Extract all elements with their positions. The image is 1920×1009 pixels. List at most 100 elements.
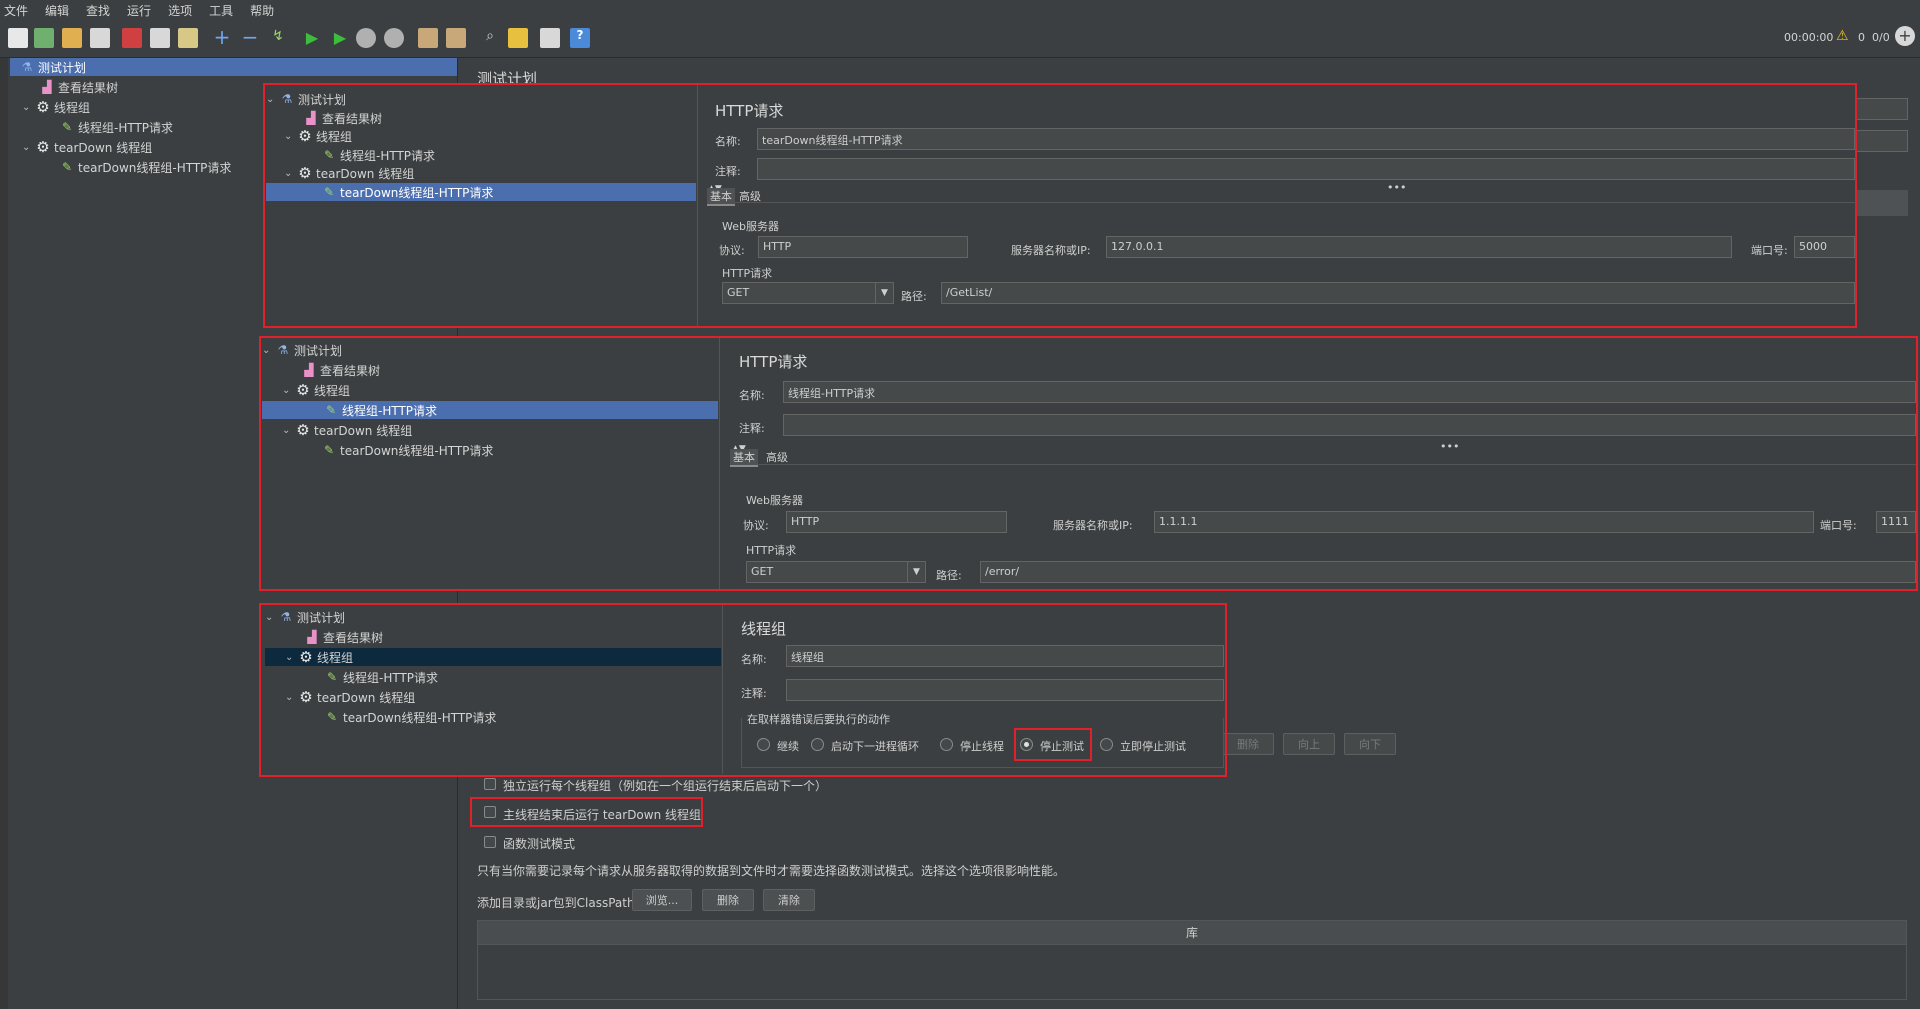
comment-field[interactable] [786, 679, 1224, 701]
toggle-icon[interactable]: ↯ [268, 28, 288, 48]
tree-item-thread-group-http[interactable]: ✎ 线程组-HTTP请求 [325, 668, 438, 686]
classpath-clear-button[interactable]: 清除 [763, 889, 815, 911]
tab-basic[interactable]: 基本 [730, 449, 758, 467]
server-field[interactable]: 127.0.0.1 [1106, 236, 1732, 258]
expand-icon[interactable]: + [212, 27, 232, 48]
chevron-down-icon[interactable]: ⌄ [285, 652, 295, 663]
comment-field[interactable] [757, 158, 1855, 180]
stop-icon[interactable] [356, 28, 376, 48]
tree-item-teardown-group[interactable]: ⌄ ⚙ tearDown 线程组 [285, 688, 415, 706]
tree-item-view-results[interactable]: ▟ 查看结果树 [40, 78, 118, 96]
port-field[interactable]: 1111 [1876, 511, 1916, 533]
tree-item-thread-group-http[interactable]: ✎ 线程组-HTTP请求 [262, 401, 718, 419]
protocol-field[interactable]: HTTP [758, 236, 968, 258]
new-icon[interactable] [8, 28, 28, 48]
chevron-down-icon[interactable]: ⌄ [22, 102, 32, 113]
remote-icon[interactable]: + [1895, 26, 1915, 46]
tree-item-teardown-http[interactable]: ✎ tearDown线程组-HTTP请求 [325, 708, 496, 726]
tree-item-test-plan[interactable]: ⚗ 测试计划 [10, 58, 457, 76]
chevron-down-icon[interactable]: ▼ [875, 283, 893, 303]
chevron-down-icon[interactable]: ⌄ [265, 612, 275, 623]
tree-item-thread-group-http[interactable]: ✎ 线程组-HTTP请求 [322, 146, 435, 164]
tree-item-teardown-group[interactable]: ⌄ ⚙ tearDown 线程组 [284, 164, 414, 182]
name-field[interactable]: tearDown线程组-HTTP请求 [757, 128, 1855, 150]
variable-delete-button[interactable]: 删除 [1222, 733, 1274, 755]
plan-comment-field[interactable] [1852, 130, 1908, 152]
chevron-down-icon[interactable]: ⌄ [285, 692, 295, 703]
chevron-down-icon[interactable]: ⌄ [284, 168, 294, 179]
chevron-down-icon[interactable]: ⌄ [266, 94, 276, 105]
tree-item-teardown-http[interactable]: ✎ tearDown线程组-HTTP请求 [266, 183, 696, 201]
tree-item-test-plan[interactable]: ⌄ ⚗ 测试计划 [266, 90, 346, 108]
start-icon[interactable]: ▶ [302, 28, 322, 48]
server-field[interactable]: 1.1.1.1 [1154, 511, 1814, 533]
chevron-down-icon[interactable]: ⌄ [282, 425, 292, 436]
functional-mode-checkbox[interactable] [484, 836, 496, 848]
copy-icon[interactable] [150, 28, 170, 48]
name-field[interactable]: 线程组-HTTP请求 [783, 381, 1916, 403]
tree-item-thread-group-http[interactable]: ✎ 线程组-HTTP请求 [60, 118, 173, 136]
port-field[interactable]: 5000 [1794, 236, 1855, 258]
tree-item-view-results[interactable]: ▟ 查看结果树 [305, 628, 383, 646]
tree-item-thread-group[interactable]: ⌄ ⚙ 线程组 [284, 127, 352, 145]
variable-up-button[interactable]: 向上 [1283, 733, 1335, 755]
help-icon[interactable]: ? [570, 28, 590, 48]
save-icon[interactable] [90, 28, 110, 48]
search-icon[interactable]: ⌕ [480, 28, 500, 48]
chevron-down-icon[interactable]: ⌄ [282, 385, 292, 396]
method-dropdown[interactable]: GET ▼ [722, 282, 894, 304]
warning-icon[interactable]: ⚠ [1836, 28, 1849, 44]
drag-handle-icon[interactable]: ••• [1387, 181, 1406, 194]
templates-icon[interactable] [34, 28, 54, 48]
protocol-field[interactable]: HTTP [786, 511, 1007, 533]
menu-help[interactable]: 帮助 [250, 2, 274, 19]
menu-search[interactable]: 查找 [86, 2, 110, 19]
chevron-down-icon[interactable]: ▼ [907, 562, 925, 582]
menu-file[interactable]: 文件 [4, 2, 28, 19]
action-continue-radio[interactable] [757, 738, 770, 751]
tree-item-teardown-http[interactable]: ✎ tearDown线程组-HTTP请求 [60, 158, 231, 176]
browse-button[interactable]: 浏览... [632, 889, 692, 911]
clear-icon[interactable] [418, 28, 438, 48]
tree-item-view-results[interactable]: ▟ 查看结果树 [302, 361, 380, 379]
tree-item-test-plan[interactable]: ⌄ ⚗ 测试计划 [265, 608, 345, 626]
tree-item-teardown-group[interactable]: ⌄ ⚙ tearDown 线程组 [22, 138, 152, 156]
shutdown-icon[interactable] [384, 28, 404, 48]
menu-run[interactable]: 运行 [127, 2, 151, 19]
tab-basic[interactable]: 基本 [707, 188, 735, 206]
open-icon[interactable] [62, 28, 82, 48]
independent-groups-checkbox[interactable] [484, 778, 496, 790]
tree-item-thread-group[interactable]: ⌄ ⚙ 线程组 [265, 648, 721, 666]
menu-tools[interactable]: 工具 [209, 2, 233, 19]
name-field[interactable]: 线程组 [786, 645, 1224, 667]
teardown-checkbox[interactable] [484, 806, 496, 818]
drag-handle-icon[interactable]: ••• [1440, 440, 1459, 453]
tree-item-thread-group[interactable]: ⌄ ⚙ 线程组 [22, 98, 90, 116]
start-no-pause-icon[interactable]: ▶ [330, 28, 350, 48]
method-dropdown[interactable]: GET ▼ [746, 561, 926, 583]
tab-advanced[interactable]: 高级 [739, 188, 761, 204]
menu-edit[interactable]: 编辑 [45, 2, 69, 19]
tree-item-thread-group[interactable]: ⌄ ⚙ 线程组 [282, 381, 350, 399]
action-stop-test-radio[interactable] [1020, 738, 1033, 751]
action-stop-now-radio[interactable] [1100, 738, 1113, 751]
tree-item-view-results[interactable]: ▟ 查看结果树 [304, 109, 382, 127]
clear-all-icon[interactable] [446, 28, 466, 48]
classpath-delete-button[interactable]: 删除 [702, 889, 754, 911]
tree-item-teardown-http[interactable]: ✎ tearDown线程组-HTTP请求 [322, 441, 493, 459]
collapse-icon[interactable]: − [240, 27, 260, 48]
comment-field[interactable] [783, 414, 1916, 436]
path-field[interactable]: /GetList/ [941, 282, 1855, 304]
chevron-down-icon[interactable]: ⌄ [262, 345, 272, 356]
menu-options[interactable]: 选项 [168, 2, 192, 19]
function-helper-icon[interactable] [540, 28, 560, 48]
paste-icon[interactable] [178, 28, 198, 48]
chevron-down-icon[interactable]: ⌄ [22, 142, 32, 153]
path-field[interactable]: /error/ [980, 561, 1916, 583]
cut-icon[interactable] [122, 28, 142, 48]
tab-advanced[interactable]: 高级 [766, 449, 788, 465]
variable-down-button[interactable]: 向下 [1344, 733, 1396, 755]
action-stop-thread-radio[interactable] [940, 738, 953, 751]
action-next-loop-radio[interactable] [811, 738, 824, 751]
plan-name-field[interactable] [1852, 98, 1908, 120]
